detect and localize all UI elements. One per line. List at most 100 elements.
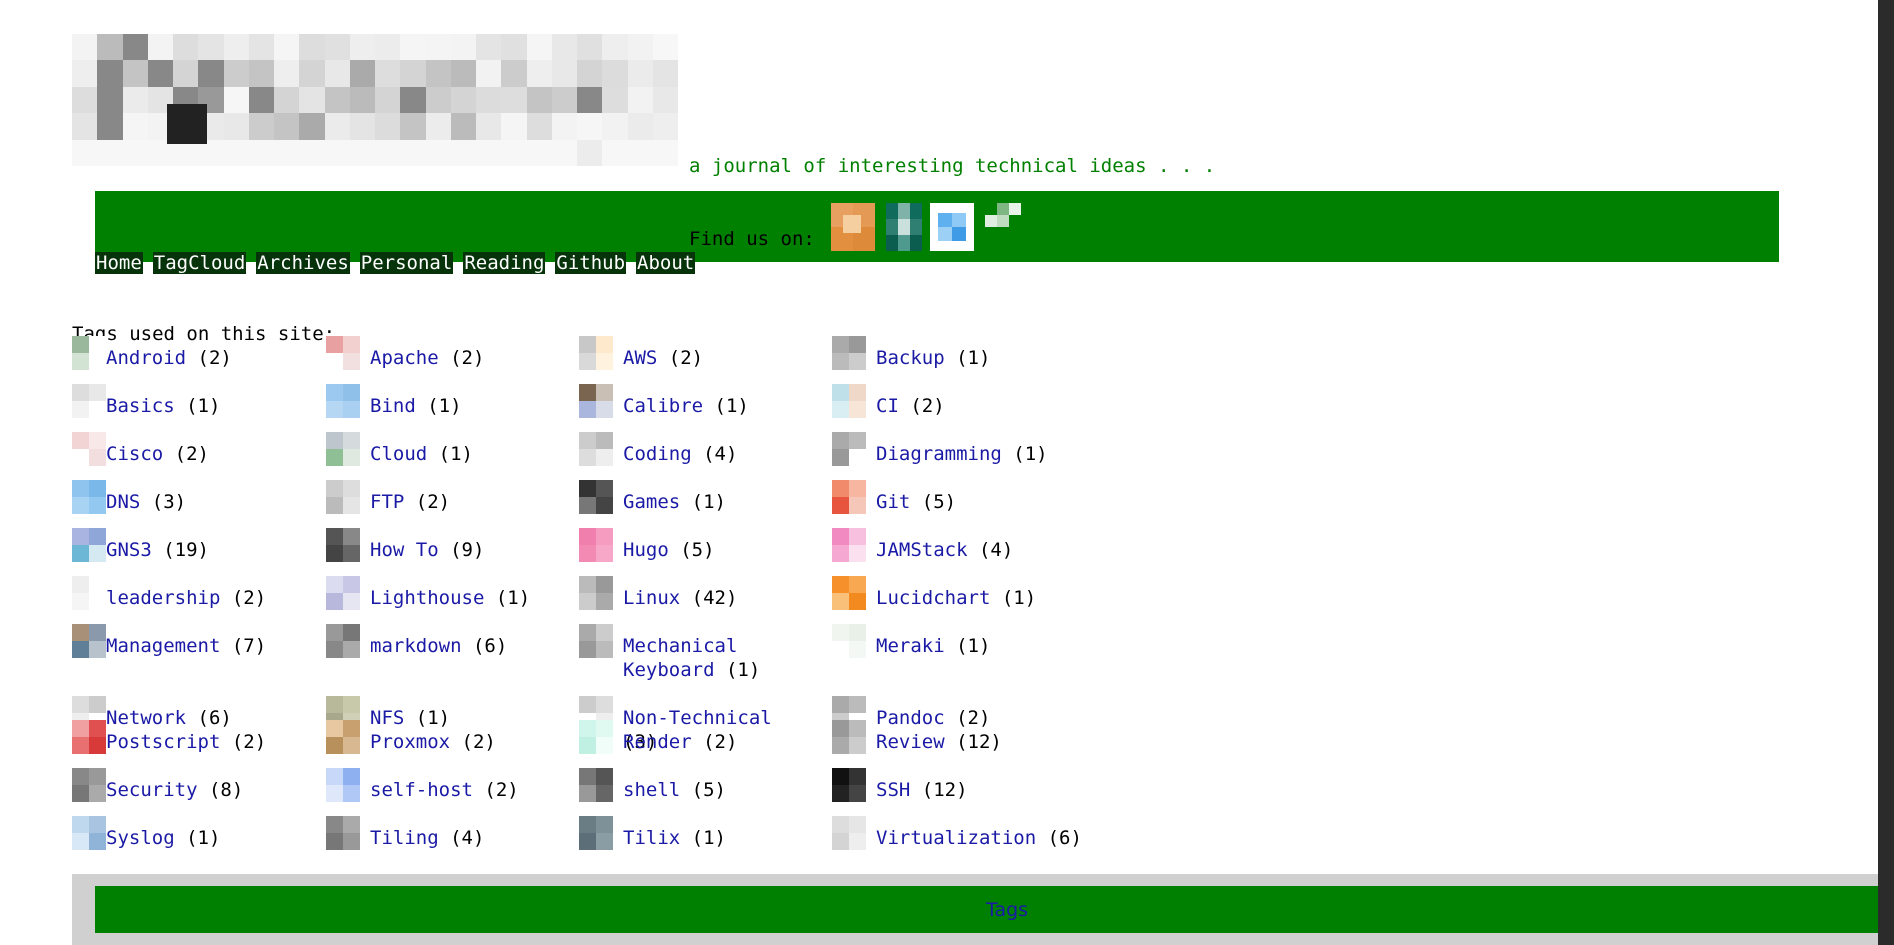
- tag-count: (2): [174, 443, 209, 465]
- tag-link[interactable]: Management: [106, 635, 220, 657]
- tag-count: (1): [427, 395, 462, 417]
- tag-link[interactable]: leadership: [106, 587, 220, 609]
- tag-thumbnail-icon: [72, 576, 106, 610]
- tag-count: (19): [163, 539, 209, 561]
- tag-count: (9): [450, 539, 485, 561]
- nav-about[interactable]: About: [636, 252, 696, 274]
- tag-thumbnail-icon: [72, 528, 106, 562]
- tag-link[interactable]: markdown: [370, 635, 462, 657]
- nav-github[interactable]: Github: [555, 252, 627, 274]
- tag-count: (1): [1001, 587, 1037, 609]
- tag-count: (2): [461, 731, 496, 753]
- logo-dark-mark: [167, 104, 207, 144]
- tag-count: (4): [703, 443, 738, 465]
- tag-link[interactable]: Lighthouse: [370, 587, 484, 609]
- tag-count: (7): [231, 635, 267, 657]
- tag-link[interactable]: Virtualization: [876, 827, 1036, 849]
- tag-thumbnail-icon: [326, 432, 360, 466]
- tag-thumbnail-icon: [832, 432, 866, 466]
- tag-link[interactable]: self-host: [370, 779, 473, 801]
- tag-count: (2): [231, 587, 267, 609]
- site-logo[interactable]: [72, 34, 678, 166]
- twitter-icon[interactable]: [930, 203, 974, 251]
- tag-link[interactable]: Backup: [876, 347, 945, 369]
- tag-count: (2): [231, 731, 267, 753]
- tag-link[interactable]: Meraki: [876, 635, 945, 657]
- tag-link[interactable]: DNS: [106, 491, 140, 513]
- tag-thumbnail-icon: [579, 528, 613, 562]
- tag-count: (2): [668, 347, 704, 369]
- tag-link[interactable]: Network: [106, 707, 186, 729]
- tag-thumbnail-icon: [832, 576, 866, 610]
- nav-archives[interactable]: Archives: [256, 252, 350, 274]
- mastodon-icon[interactable]: [886, 203, 922, 251]
- tag-link[interactable]: Postscript: [106, 731, 220, 753]
- tag-thumbnail-icon: [832, 528, 866, 562]
- tag-link[interactable]: Apache: [370, 347, 439, 369]
- tag-link[interactable]: FTP: [370, 491, 404, 513]
- tag-link[interactable]: Tiling: [370, 827, 439, 849]
- tag-link[interactable]: JAMStack: [876, 539, 968, 561]
- tag-link[interactable]: CI: [876, 395, 899, 417]
- rss-icon[interactable]: [831, 203, 875, 251]
- tag-count: (1): [1013, 443, 1048, 465]
- tag-link[interactable]: Lucidchart: [876, 587, 990, 609]
- tag-link[interactable]: Bind: [370, 395, 416, 417]
- tag-link[interactable]: SSH: [876, 779, 910, 801]
- tag-link[interactable]: Review: [876, 731, 945, 753]
- tag-count: (1): [186, 395, 221, 417]
- tag-thumbnail-icon: [72, 336, 106, 370]
- nav-tagcloud[interactable]: TagCloud: [152, 252, 247, 274]
- tag-thumbnail-icon: [72, 624, 106, 658]
- tag-link[interactable]: Android: [106, 347, 186, 369]
- tag-link[interactable]: Linux: [623, 587, 680, 609]
- tags-heading: Tags used on this site:: [72, 323, 336, 345]
- tag-count: (1): [956, 347, 991, 369]
- tag-link[interactable]: Tilix: [623, 827, 680, 849]
- tag-count: (5): [691, 779, 726, 801]
- tag-count: (1): [415, 707, 451, 729]
- tag-count: (2): [484, 779, 519, 801]
- tag-count: (42): [691, 587, 738, 609]
- github-icon[interactable]: [985, 203, 1021, 233]
- tag-link[interactable]: Cloud: [370, 443, 427, 465]
- tag-link[interactable]: Coding: [623, 443, 692, 465]
- nav-reading[interactable]: Reading: [463, 252, 546, 274]
- tag-thumbnail-icon: [832, 336, 866, 370]
- tag-thumbnail-icon: [832, 624, 866, 658]
- main-nav: Home TagCloud Archives Personal Reading Githu…: [95, 252, 696, 274]
- tag-link[interactable]: AWS: [623, 347, 657, 369]
- tag-link[interactable]: Cisco: [106, 443, 163, 465]
- tag-thumbnail-icon: [72, 720, 106, 754]
- tag-link[interactable]: Pandoc: [876, 707, 945, 729]
- tag-link[interactable]: Render: [623, 731, 692, 753]
- tag-count: (6): [197, 707, 232, 729]
- site-tagline: a journal of interesting technical ideas…: [689, 155, 1216, 177]
- footer-tags-link[interactable]: Tags: [986, 899, 1028, 921]
- tag-thumbnail-icon: [326, 768, 360, 802]
- tag-count: (5): [680, 539, 715, 561]
- tag-link[interactable]: Syslog: [106, 827, 175, 849]
- tag-link[interactable]: Hugo: [623, 539, 669, 561]
- tag-link[interactable]: Git: [876, 491, 910, 513]
- tag-link[interactable]: Mechanical Keyboard: [623, 635, 737, 681]
- tag-link[interactable]: shell: [623, 779, 680, 801]
- tag-link[interactable]: Non-Technical: [623, 707, 772, 729]
- tag-link[interactable]: Diagramming: [876, 443, 1002, 465]
- nav-home[interactable]: Home: [95, 252, 143, 274]
- tag-link[interactable]: GNS3: [106, 539, 152, 561]
- tag-thumbnail-icon: [326, 720, 360, 754]
- tag-thumbnail-icon: [72, 480, 106, 514]
- tag-thumbnail-icon: [72, 768, 106, 802]
- tag-thumbnail-icon: [579, 480, 613, 514]
- tag-link[interactable]: Calibre: [623, 395, 703, 417]
- tag-thumbnail-icon: [832, 816, 866, 850]
- tag-link[interactable]: Security: [106, 779, 198, 801]
- tag-link[interactable]: Games: [623, 491, 680, 513]
- tag-link[interactable]: How To: [370, 539, 439, 561]
- tag-link[interactable]: Proxmox: [370, 731, 450, 753]
- tag-count: (1): [691, 491, 726, 513]
- tag-link[interactable]: NFS: [370, 707, 404, 729]
- nav-personal[interactable]: Personal: [359, 252, 454, 274]
- tag-link[interactable]: Basics: [106, 395, 175, 417]
